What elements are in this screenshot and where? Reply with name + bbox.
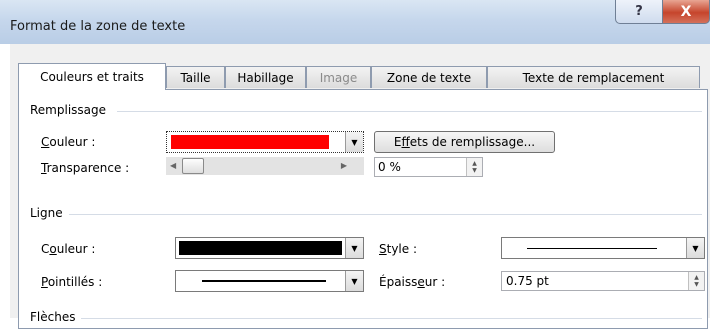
spin-updown-icon[interactable]: ▲ ▼: [688, 272, 704, 290]
transparency-label: Transparence :: [41, 161, 130, 175]
dash-dropdown[interactable]: ▼: [175, 270, 364, 292]
tab-label: Zone de texte: [386, 70, 472, 85]
dialog-body: Couleurs et traits Taille Habillage Imag…: [10, 44, 710, 329]
line-color-swatch: [179, 241, 342, 255]
help-icon: ?: [635, 4, 643, 19]
tab-image: Image: [306, 66, 371, 88]
line-section-title: Ligne: [30, 206, 63, 220]
scroll-right-icon[interactable]: ▶: [341, 161, 347, 170]
fill-effects-button[interactable]: Effets de remplissage...: [374, 131, 555, 153]
fill-color-swatch: [171, 135, 329, 149]
close-button[interactable]: X: [662, 0, 710, 24]
tab-wrapping[interactable]: Habillage: [225, 66, 306, 88]
spin-updown-icon[interactable]: ▲ ▼: [466, 158, 482, 176]
close-icon: X: [680, 3, 692, 20]
divider: [81, 318, 702, 319]
line-style-preview: [527, 248, 657, 249]
help-button[interactable]: ?: [615, 0, 663, 24]
slider-thumb[interactable]: [182, 158, 204, 174]
scroll-left-icon[interactable]: ◀: [170, 161, 176, 170]
line-weight-label: Épaisseur :: [379, 275, 446, 289]
fill-color-label: Couleur :: [41, 135, 96, 149]
tab-colors-and-lines[interactable]: Couleurs et traits: [18, 63, 166, 90]
line-style-dropdown[interactable]: ▼: [501, 237, 705, 259]
fill-effects-label: Effets de remplissage...: [393, 135, 536, 149]
dash-label: Pointillés :: [41, 275, 103, 289]
tab-size[interactable]: Taille: [166, 66, 225, 88]
line-color-dropdown[interactable]: ▼: [175, 237, 364, 259]
dash-preview: [202, 280, 326, 282]
fill-color-dropdown[interactable]: ▼: [166, 131, 364, 153]
window-title: Format de la zone de texte: [10, 19, 186, 34]
transparency-input[interactable]: 0 % ▲ ▼: [374, 157, 483, 177]
line-color-label: Couleur :: [41, 242, 96, 256]
tab-text-box[interactable]: Zone de texte: [371, 66, 487, 88]
line-weight-input[interactable]: 0.75 pt ▲ ▼: [501, 271, 705, 291]
dropdown-arrow-icon[interactable]: ▼: [345, 271, 363, 291]
transparency-slider[interactable]: ◀ ▶: [166, 157, 364, 175]
tab-alt-text[interactable]: Texte de remplacement: [487, 66, 700, 88]
tab-label: Habillage: [237, 70, 294, 85]
divider: [117, 111, 702, 112]
line-weight-value: 0.75 pt: [506, 274, 549, 288]
tab-label: Taille: [180, 70, 211, 85]
tab-label: Image: [319, 70, 358, 85]
dropdown-arrow-icon[interactable]: ▼: [345, 238, 363, 258]
transparency-value: 0 %: [378, 160, 401, 174]
dropdown-arrow-icon[interactable]: ▼: [345, 132, 363, 152]
tab-label: Texte de remplacement: [522, 70, 665, 85]
tab-label: Couleurs et traits: [40, 70, 144, 84]
fill-section-title: Remplissage: [30, 103, 107, 117]
line-style-label: Style :: [379, 242, 418, 256]
dropdown-arrow-icon[interactable]: ▼: [686, 238, 704, 258]
arrows-section-title: Flèches: [30, 310, 76, 324]
title-bar: Format de la zone de texte ? X: [0, 0, 710, 44]
tab-panel: Remplissage Couleur : ▼ Effets de rempli…: [18, 89, 708, 329]
divider: [69, 214, 702, 215]
